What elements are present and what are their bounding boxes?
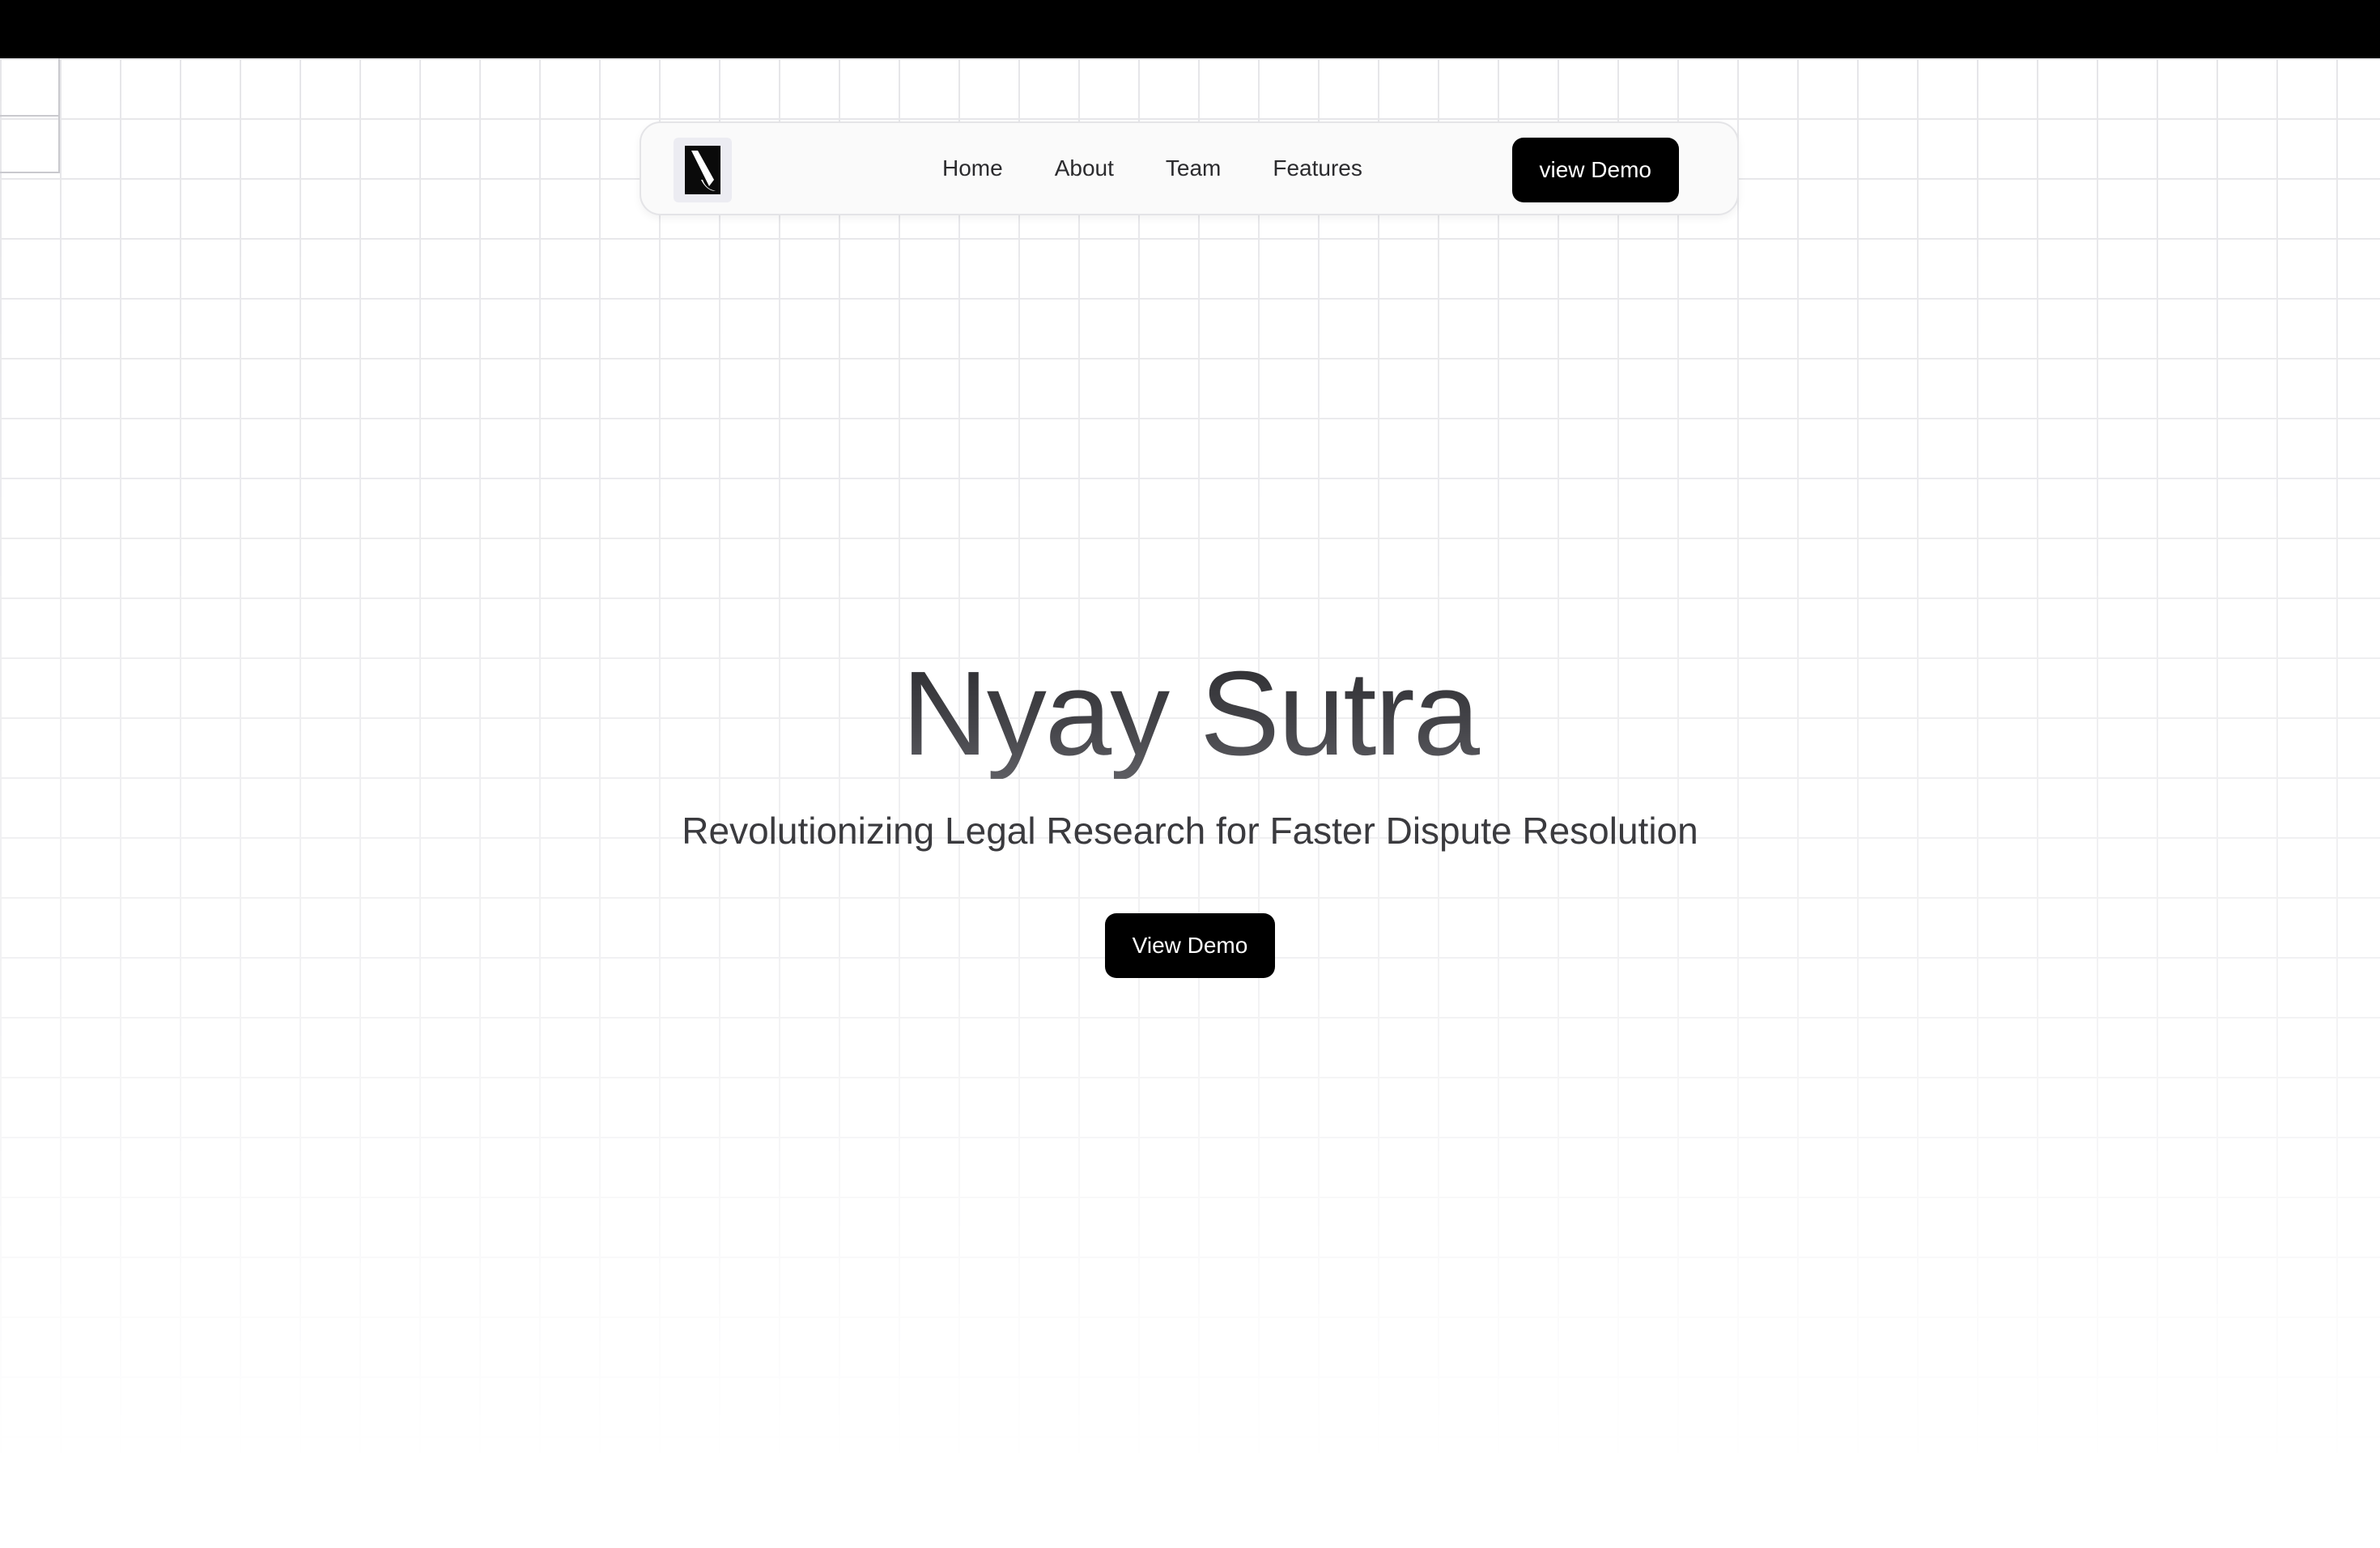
- hero-section: Nyay Sutra Revolutionizing Legal Researc…: [0, 649, 2380, 978]
- navbar: Home About Team Features view Demo: [640, 121, 1739, 215]
- page-canvas: Home About Team Features view Demo Nyay …: [0, 58, 2380, 1548]
- hero-subtitle: Revolutionizing Legal Research for Faste…: [682, 810, 1698, 852]
- nav-link-about[interactable]: About: [1029, 155, 1140, 181]
- nav-link-home[interactable]: Home: [916, 155, 1029, 181]
- nav-view-demo-button[interactable]: view Demo: [1511, 138, 1679, 202]
- nav-links: Home About Team Features: [916, 123, 1388, 214]
- top-bar: [0, 0, 2380, 58]
- nav-link-features[interactable]: Features: [1247, 155, 1388, 181]
- logo-glyph: [685, 146, 720, 194]
- hero-view-demo-button[interactable]: View Demo: [1104, 913, 1276, 978]
- hero-title: Nyay Sutra: [0, 649, 2380, 779]
- grid-corner-accent: [0, 58, 60, 173]
- nyay-sutra-logo-icon[interactable]: [674, 138, 732, 202]
- nav-link-team[interactable]: Team: [1140, 155, 1247, 181]
